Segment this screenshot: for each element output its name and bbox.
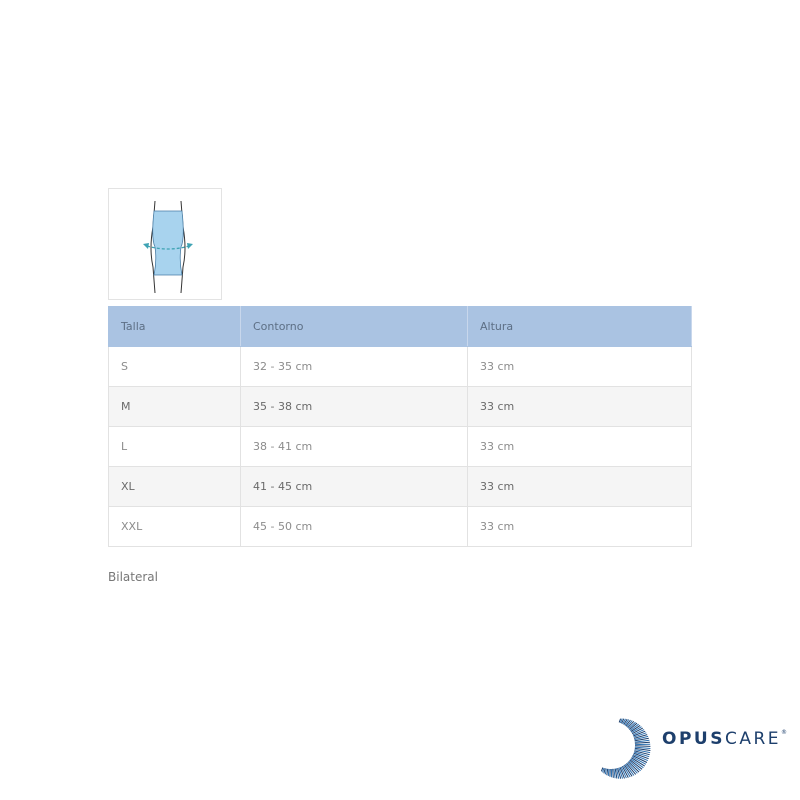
cell-contorno: 45 - 50 cm <box>240 506 468 547</box>
header-contorno: Contorno <box>240 306 468 347</box>
table-row: L 38 - 41 cm 33 cm <box>108 426 692 467</box>
brand-wordmark: OPUSCARE® <box>662 729 787 749</box>
size-table: Talla Contorno Altura S 32 - 35 cm 33 cm… <box>108 306 692 547</box>
burst-ray <box>606 768 609 776</box>
cell-contorno: 41 - 45 cm <box>240 466 468 507</box>
cell-altura: 33 cm <box>467 386 692 427</box>
registered-mark: ® <box>781 729 788 736</box>
burst-ray <box>600 767 604 772</box>
burst-ray <box>634 745 651 747</box>
burst-ray <box>604 768 607 775</box>
crescent-burst-icon <box>600 718 651 779</box>
table-row: XL 41 - 45 cm 33 cm <box>108 466 692 507</box>
cell-contorno: 35 - 38 cm <box>240 386 468 427</box>
cell-talla: L <box>108 426 241 467</box>
table-header-row: Talla Contorno Altura <box>108 306 692 347</box>
opuscare-logo: OPUSCARE® <box>566 705 790 785</box>
cell-contorno: 32 - 35 cm <box>240 346 468 387</box>
burst-ray <box>612 768 614 778</box>
cell-talla: XXL <box>108 506 241 547</box>
header-talla: Talla <box>108 306 241 347</box>
cell-talla: M <box>108 386 241 427</box>
table-row: M 35 - 38 cm 33 cm <box>108 386 692 427</box>
cell-altura: 33 cm <box>467 426 692 467</box>
knee-measurement-illustration <box>108 188 222 300</box>
burst-ray <box>613 768 616 779</box>
cell-talla: XL <box>108 466 241 507</box>
burst-ray <box>607 768 610 777</box>
bilateral-note: Bilateral <box>108 570 158 584</box>
knee-brace-icon <box>143 200 193 294</box>
cell-altura: 33 cm <box>467 346 692 387</box>
table-row: XXL 45 - 50 cm 33 cm <box>108 506 692 547</box>
cell-contorno: 38 - 41 cm <box>240 426 468 467</box>
header-altura: Altura <box>467 306 692 347</box>
table-row: S 32 - 35 cm 33 cm <box>108 346 692 387</box>
cell-altura: 33 cm <box>467 506 692 547</box>
brand-light: CARE <box>724 729 782 749</box>
brand-bold: OPUS <box>662 729 725 749</box>
cell-talla: S <box>108 346 241 387</box>
cell-altura: 33 cm <box>467 466 692 507</box>
burst-ray <box>634 741 650 744</box>
